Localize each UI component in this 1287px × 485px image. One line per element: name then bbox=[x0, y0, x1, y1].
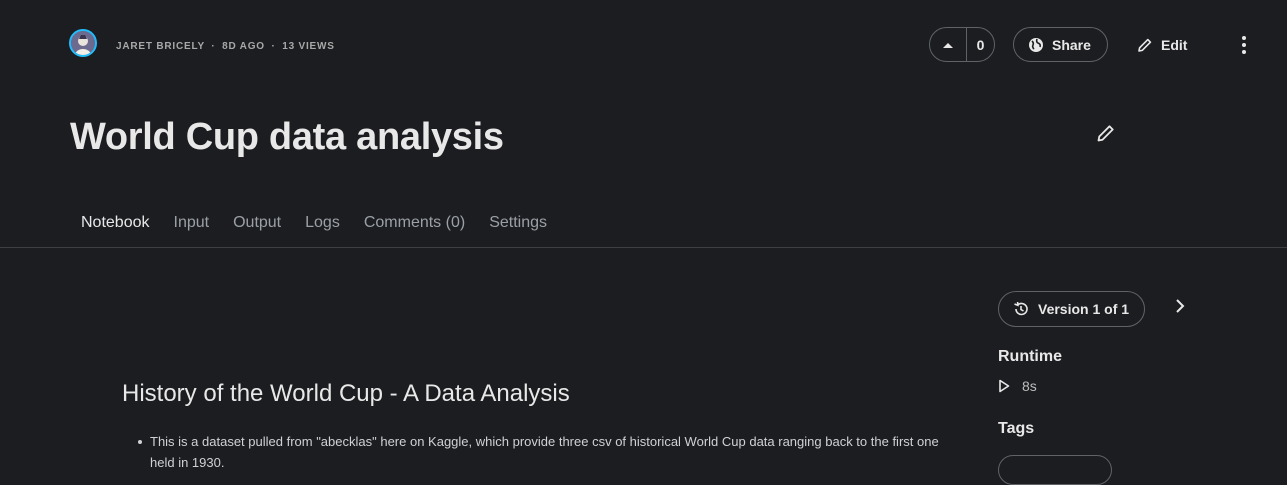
share-button[interactable]: Share bbox=[1013, 27, 1108, 62]
runtime-row: 8s bbox=[998, 378, 1037, 394]
chevron-right-icon bbox=[1176, 299, 1185, 313]
edit-title-button[interactable] bbox=[1096, 123, 1116, 148]
tags-heading: Tags bbox=[998, 420, 1035, 437]
byline: JARET BRICELY · 8D AGO · 13 VIEWS bbox=[116, 41, 335, 52]
byline-separator: · bbox=[211, 41, 216, 52]
tab-notebook[interactable]: Notebook bbox=[69, 204, 162, 244]
view-count: 13 VIEWS bbox=[282, 41, 335, 52]
history-icon bbox=[1014, 301, 1028, 316]
globe-icon bbox=[1029, 37, 1043, 52]
post-age: 8D AGO bbox=[222, 41, 265, 52]
share-label: Share bbox=[1052, 36, 1091, 53]
content-bullet-list: This is a dataset pulled from "abecklas"… bbox=[138, 431, 950, 473]
vote-widget: 0 bbox=[929, 27, 995, 62]
tab-logs[interactable]: Logs bbox=[293, 204, 352, 244]
more-options-icon[interactable] bbox=[1234, 33, 1254, 57]
pencil-icon bbox=[1138, 38, 1152, 52]
version-button[interactable]: Version 1 of 1 bbox=[998, 291, 1146, 327]
version-label: Version 1 of 1 bbox=[1038, 301, 1130, 317]
vote-count: 0 bbox=[976, 36, 985, 53]
tab-comments[interactable]: Comments (0) bbox=[352, 204, 477, 244]
play-icon bbox=[999, 379, 1010, 393]
tab-settings[interactable]: Settings bbox=[477, 204, 559, 244]
author-avatar[interactable] bbox=[69, 29, 97, 57]
next-version-button[interactable] bbox=[1172, 297, 1188, 320]
byline-separator: · bbox=[271, 41, 276, 52]
pencil-icon bbox=[1097, 125, 1114, 142]
edit-label: Edit bbox=[1161, 36, 1188, 53]
author-name[interactable]: JARET BRICELY bbox=[116, 41, 205, 52]
content-heading: History of the World Cup - A Data Analys… bbox=[122, 380, 570, 407]
upvote-button[interactable] bbox=[930, 28, 967, 61]
tab-input[interactable]: Input bbox=[162, 204, 222, 244]
tab-output[interactable]: Output bbox=[221, 204, 293, 244]
list-item: This is a dataset pulled from "abecklas"… bbox=[138, 431, 950, 473]
tab-divider bbox=[0, 247, 1287, 248]
runtime-heading: Runtime bbox=[998, 348, 1062, 365]
tab-bar: Notebook Input Output Logs Comments (0) … bbox=[69, 204, 559, 244]
notebook-title: World Cup data analysis bbox=[70, 116, 504, 158]
caret-up-icon bbox=[943, 42, 953, 48]
tag-chip[interactable] bbox=[998, 455, 1112, 485]
edit-button[interactable]: Edit bbox=[1137, 27, 1187, 62]
runtime-value: 8s bbox=[1022, 378, 1037, 394]
